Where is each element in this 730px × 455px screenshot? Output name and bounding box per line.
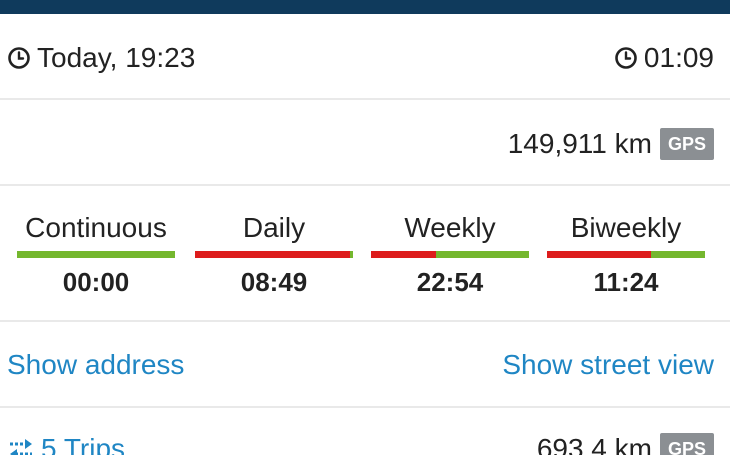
driving-time-daily: Daily 08:49 [195,211,353,298]
driving-time-value: 22:54 [416,267,484,297]
driving-time-value: 00:00 [62,267,130,297]
top-bar [0,0,730,14]
driving-time-bar [195,251,353,258]
driving-time-bar-remaining [17,251,175,258]
odometer-value: 149,911 km [507,128,652,159]
trips-link[interactable]: 5 Trips [7,432,125,455]
duration-text: 01:09 [643,42,714,73]
clock-icon [8,47,30,69]
links-row: Show address Show street view [0,322,730,408]
driving-time-bar-remaining [651,251,705,258]
trips-distance: 693.4 km GPS [537,432,714,455]
driving-time-bar [547,251,705,258]
last-update-text: Today, 19:23 [37,42,196,73]
show-address-link[interactable]: Show address [7,348,184,382]
duration: 01:09 [614,42,714,74]
driving-time-bar [17,251,175,258]
odometer-row: 149,911 km GPS [0,100,730,186]
driving-time-weekly: Weekly 22:54 [371,211,529,298]
trips-row: 5 Trips 693.4 km GPS [0,408,730,455]
gps-badge: GPS [659,433,714,455]
driving-time-bar-remaining [349,251,353,258]
clock-icon [615,47,637,69]
driving-time-continuous: Continuous 00:00 [17,211,175,298]
trips-distance-value: 693.4 km [536,433,652,455]
gps-badge: GPS [659,128,714,160]
driving-time-bar-remaining [435,251,529,258]
last-update: Today, 19:23 [7,42,195,74]
driving-time-label: Biweekly [570,212,682,243]
driving-times-row: Continuous 00:00 Daily 08:49 Weekly 22:5… [0,186,730,322]
driving-time-value: 08:49 [240,267,308,297]
time-row: Today, 19:23 01:09 [0,14,730,100]
driving-time-biweekly: Biweekly 11:24 [547,211,705,298]
driving-time-bar [371,251,529,258]
driving-time-value: 11:24 [593,267,659,297]
swap-arrows-icon [10,439,32,455]
odometer: 149,911 km GPS [508,128,714,160]
driving-time-label: Daily [242,212,306,243]
driving-time-label: Weekly [404,212,496,243]
driving-time-label: Continuous [25,212,167,243]
show-street-view-link[interactable]: Show street view [502,348,714,382]
trips-label: 5 Trips [41,433,126,455]
